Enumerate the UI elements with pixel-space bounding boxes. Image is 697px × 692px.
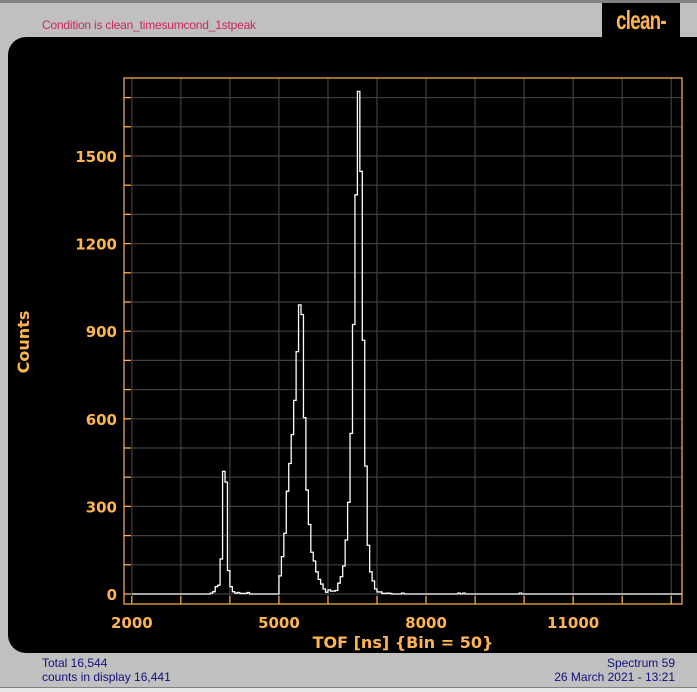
- axis-ticks: [124, 96, 672, 604]
- grid: [124, 78, 682, 604]
- total-counts: Total 16,544: [42, 656, 108, 670]
- footer-left: Total 16,544 counts in display 16,441: [42, 656, 171, 684]
- x-tick-label: 11000: [547, 614, 599, 632]
- x-tick-label: 5000: [258, 614, 300, 632]
- y-tick-label: 1200: [75, 236, 117, 254]
- date-time: 26 March 2021 - 13:21: [554, 670, 675, 684]
- spectrum-number: Spectrum 59: [606, 656, 675, 670]
- y-axis-label: Counts: [14, 311, 33, 374]
- footer-right: Spectrum 59 26 March 2021 - 13:21: [480, 656, 675, 684]
- histogram-chart: 2000 5000 8000 11000 0 300 600 900 1200 1500 TOF …: [14, 77, 683, 652]
- y-tick-label: 600: [86, 411, 117, 429]
- histogram-line: [131, 90, 682, 595]
- y-tick-label: 300: [86, 498, 117, 516]
- counts-in-display: counts in display 16,441: [42, 670, 171, 684]
- x-tick-label: 8000: [405, 614, 447, 632]
- y-tick-label: 1500: [75, 148, 117, 166]
- y-tick-label: 0: [107, 586, 117, 604]
- x-tick-label: 2000: [111, 614, 153, 632]
- y-tick-label: 900: [86, 323, 117, 341]
- window-bottom-border: [0, 687, 697, 692]
- x-axis-label: TOF [ns] {Bin = 50}: [313, 633, 494, 652]
- plot-frame: [123, 77, 683, 605]
